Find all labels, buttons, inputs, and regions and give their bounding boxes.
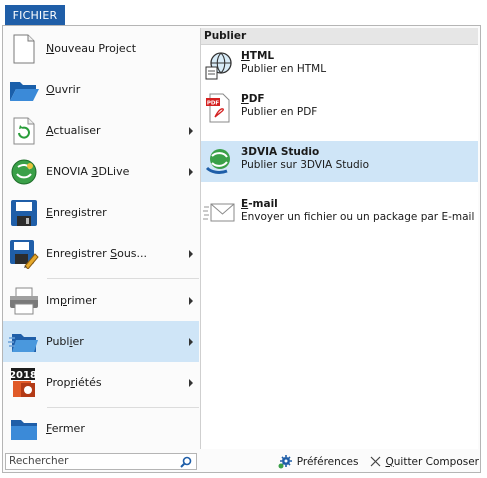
menu-item-label: Publier xyxy=(46,335,84,348)
menu-item-label: Nouveau Project xyxy=(46,42,137,55)
file-menu-left-column: Nouveau Project Ouvrir Actualiser ENOVIA… xyxy=(3,28,199,449)
fichier-tab[interactable]: FICHIER xyxy=(5,5,65,26)
quit-composer-button[interactable]: Quitter Composer xyxy=(370,456,479,468)
submenu-item-title: E-mail xyxy=(241,198,278,210)
quit-label: Quitter Composer xyxy=(385,455,479,468)
publier-submenu: Publier HTML Publier en HTML PDF PDF Pub… xyxy=(200,28,478,449)
submenu-item-pdf[interactable]: PDF PDF Publier en PDF xyxy=(201,88,478,130)
save-as-icon xyxy=(8,238,40,270)
save-icon xyxy=(8,197,40,229)
menu-item-enregistrer[interactable]: Enregistrer xyxy=(3,192,199,233)
submenu-arrow-icon xyxy=(189,249,193,258)
pdf-icon: PDF xyxy=(203,92,235,124)
submenu-item-title: PDF xyxy=(241,93,265,105)
search-icon[interactable] xyxy=(180,456,192,473)
printer-icon xyxy=(8,285,40,317)
menu-item-ouvrir[interactable]: Ouvrir xyxy=(3,69,199,110)
menu-item-label: Actualiser xyxy=(46,124,101,137)
menu-item-imprimer[interactable]: Imprimer xyxy=(3,280,199,321)
submenu-item-desc: Publier en PDF xyxy=(241,106,318,118)
refresh-icon xyxy=(8,115,40,147)
menu-item-fermer[interactable]: Fermer xyxy=(3,408,199,449)
submenu-item-desc: Publier sur 3DVIA Studio xyxy=(241,159,370,171)
submenu-item-html[interactable]: HTML Publier en HTML xyxy=(201,45,478,87)
search-placeholder: Rechercher xyxy=(9,455,69,467)
submenu-arrow-icon xyxy=(189,378,193,387)
3dvia-studio-icon xyxy=(203,145,235,177)
close-folder-icon xyxy=(8,413,40,445)
html-globe-icon xyxy=(203,49,235,81)
menu-item-nouveau-project[interactable]: Nouveau Project xyxy=(3,28,199,69)
submenu-arrow-icon xyxy=(189,167,193,176)
submenu-header: Publier xyxy=(201,28,478,45)
menu-item-label: Propriétés xyxy=(46,376,102,389)
footer-buttons: Préférences Quitter Composer xyxy=(265,453,479,470)
menu-item-enregistrer-sous[interactable]: Enregistrer Sous... xyxy=(3,233,199,274)
properties-icon: 2018 xyxy=(8,367,40,399)
properties-icon-year: 2018 xyxy=(9,370,37,381)
submenu-arrow-icon xyxy=(189,337,193,346)
menu-separator xyxy=(47,278,199,279)
menu-item-publier[interactable]: Publier xyxy=(3,321,199,362)
menu-item-actualiser[interactable]: Actualiser xyxy=(3,110,199,151)
menu-item-enovia-3dlive[interactable]: ENOVIA 3DLive xyxy=(3,151,199,192)
submenu-item-email[interactable]: E-mail Envoyer un fichier ou un package … xyxy=(201,193,478,235)
publish-folder-icon xyxy=(8,326,40,358)
submenu-item-title: 3DVIA Studio xyxy=(241,146,320,158)
pdf-icon-text: PDF xyxy=(207,101,220,107)
menu-item-proprietes[interactable]: 2018 Propriétés xyxy=(3,362,199,403)
submenu-item-desc: Envoyer un fichier ou un package par E-m… xyxy=(241,211,475,223)
submenu-item-3dvia-studio[interactable]: 3DVIA Studio Publier sur 3DVIA Studio xyxy=(201,141,478,182)
menu-item-label: Enregistrer Sous... xyxy=(46,247,148,260)
new-document-icon xyxy=(8,33,40,65)
submenu-arrow-icon xyxy=(189,296,193,305)
email-icon xyxy=(203,197,235,229)
menu-item-label: ENOVIA 3DLive xyxy=(46,165,130,178)
close-icon xyxy=(371,456,381,467)
menu-item-label: Imprimer xyxy=(46,294,97,307)
gear-icon xyxy=(278,454,292,468)
submenu-item-title: HTML xyxy=(241,50,275,62)
enovia-3dlive-icon xyxy=(8,156,40,188)
preferences-label: Préférences xyxy=(296,455,359,468)
open-folder-icon xyxy=(8,74,40,106)
menu-item-label: Fermer xyxy=(46,422,85,435)
preferences-button[interactable]: Préférences xyxy=(277,454,359,470)
menu-item-label: Enregistrer xyxy=(46,206,107,219)
submenu-item-desc: Publier en HTML xyxy=(241,63,327,75)
submenu-arrow-icon xyxy=(189,126,193,135)
menu-item-label: Ouvrir xyxy=(46,83,81,96)
fichier-tab-label: FICHIER xyxy=(12,9,58,22)
search-input[interactable]: Rechercher xyxy=(5,453,197,470)
